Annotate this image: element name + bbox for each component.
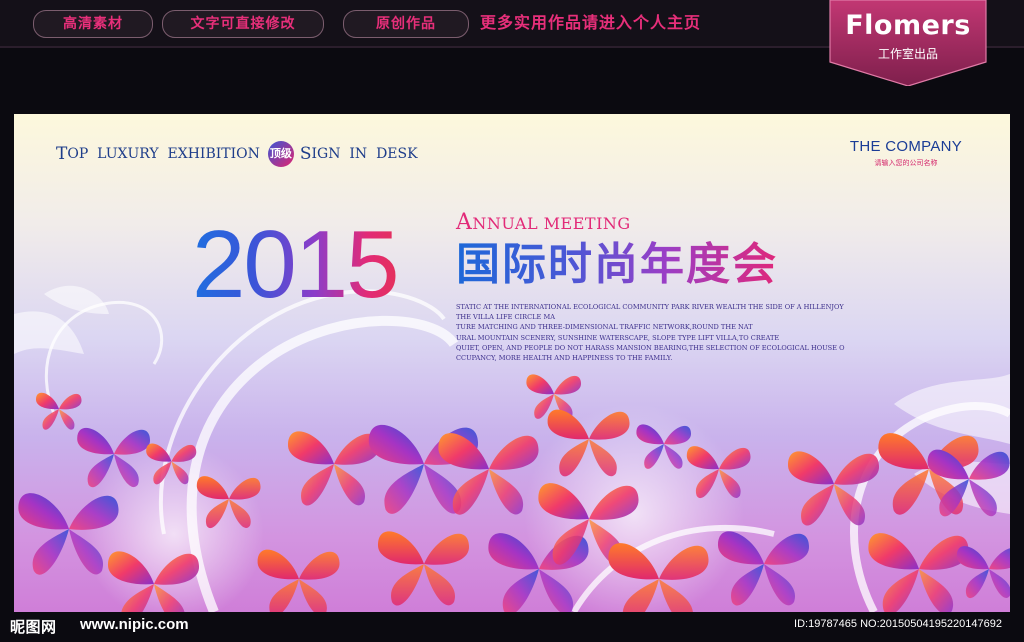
- tagline-word-cap: S: [299, 144, 312, 164]
- butterfly: [287, 431, 380, 506]
- site-logo[interactable]: 昵图网: [10, 616, 57, 637]
- description-line: TURE MATCHING AND THREE-DIMENSIONAL TRAF…: [456, 323, 753, 332]
- tag-editable-text[interactable]: 文字可直接修改: [162, 10, 324, 38]
- promo-link[interactable]: 更多实用作品请进入个人主页: [480, 10, 701, 36]
- description-line: CCUPANCY, MORE HEALTH AND HAPPINESS TO T…: [456, 354, 673, 363]
- tagline-word: IN: [349, 146, 368, 162]
- butterfly: [257, 549, 340, 612]
- tagline-word: LUXURY: [97, 146, 159, 162]
- annual-meeting-heading: ANNUAL MEETING: [456, 210, 631, 235]
- tagline-word: DESK: [376, 146, 418, 162]
- image-id-text: ID:19787465 NO:20150504195220147692: [794, 618, 1002, 630]
- brand-subtitle: 工作室出品: [877, 47, 938, 61]
- event-year: 2015: [192, 211, 400, 318]
- top-level-badge: 顶级: [267, 141, 294, 167]
- company-name-placeholder: 请输入您的公司名称: [874, 159, 938, 167]
- banner-tagline: T OP LUXURY EXHIBITION 顶级 S IGN IN DESK: [56, 141, 418, 167]
- butterfly: [438, 433, 539, 515]
- description-line: URAL MOUNTAIN SCENERY, SUNSHINE WATERSCA…: [456, 333, 780, 342]
- brand-name: Flomers: [845, 10, 971, 41]
- annual-rest: NNUAL MEETING: [472, 214, 631, 233]
- butterfly: [717, 531, 810, 606]
- site-url[interactable]: www.nipic.com: [80, 616, 189, 633]
- butterfly: [35, 392, 82, 430]
- tag-original-work[interactable]: 原创作品: [343, 10, 469, 38]
- butterfly: [377, 531, 470, 606]
- tagline-word: EXHIBITION: [167, 146, 260, 162]
- company-name: THE COMPANY: [849, 138, 963, 155]
- butterfly: [787, 451, 880, 526]
- description-line: THE VILLA LIFE CIRCLE MA: [456, 313, 555, 322]
- tagline-word-cap: T: [56, 144, 68, 164]
- description-line: STATIC AT THE INTERNATIONAL ECOLOGICAL C…: [456, 303, 844, 311]
- tag-hd-material[interactable]: 高清素材: [33, 10, 153, 38]
- annual-meeting-banner: T OP LUXURY EXHIBITION 顶级 S IGN IN DESK TH…: [14, 114, 1010, 612]
- butterfly: [956, 546, 1010, 599]
- description-line: QUIET, OPEN, AND PEOPLE DO NOT HARASS MA…: [456, 343, 845, 352]
- chinese-event-title: 国际时尚年度会: [456, 239, 778, 290]
- studio-brand-badge: Flomers 工作室出品: [828, 0, 988, 86]
- event-description: STATIC AT THE INTERNATIONAL ECOLOGICAL C…: [456, 302, 845, 363]
- tagline-word-rest: IGN: [311, 146, 341, 162]
- butterfly: [868, 533, 969, 612]
- tagline-word-rest: OP: [67, 146, 89, 162]
- annual-cap-letter: A: [456, 210, 473, 235]
